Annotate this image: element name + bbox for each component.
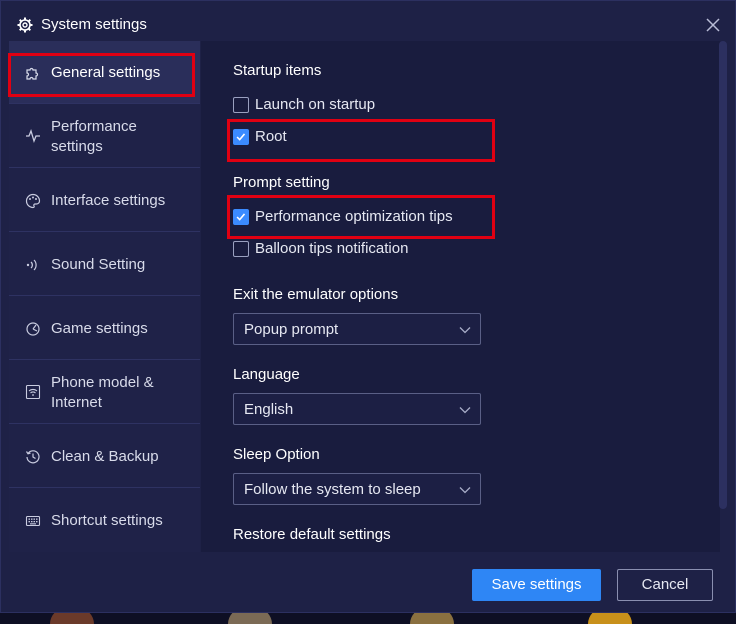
sidebar-item-game-settings[interactable]: Game settings bbox=[9, 296, 200, 360]
dropdown-value: Follow the system to sleep bbox=[244, 481, 421, 498]
history-icon bbox=[25, 450, 40, 464]
sidebar-item-label: General settings bbox=[51, 64, 161, 81]
exit-emulator-options-heading: Exit the emulator options bbox=[233, 286, 399, 303]
sound-wave-icon bbox=[26, 259, 37, 271]
sleep-option-heading: Sleep Option bbox=[233, 446, 320, 463]
save-settings-button[interactable]: Save settings bbox=[472, 569, 601, 601]
palette-icon bbox=[25, 193, 41, 209]
sleep-option-dropdown[interactable]: Follow the system to sleep bbox=[233, 473, 481, 505]
sidebar-item-general-settings[interactable]: General settings bbox=[9, 41, 200, 104]
sidebar-item-label: Shortcut settings bbox=[51, 512, 163, 529]
content-scrollbar[interactable] bbox=[719, 41, 727, 509]
checkbox-label: Performance optimization tips bbox=[255, 208, 453, 225]
chevron-down-icon bbox=[459, 487, 471, 494]
sidebar-item-label: Clean & Backup bbox=[51, 448, 159, 465]
prompt-setting-heading: Prompt setting bbox=[233, 174, 330, 191]
language-heading: Language bbox=[233, 366, 300, 383]
sidebar-item-sound-setting[interactable]: Sound Setting bbox=[9, 232, 200, 296]
sidebar-item-label-line1: Performance bbox=[51, 118, 137, 135]
sidebar-item-label-line2: Internet bbox=[51, 394, 102, 411]
sidebar-item-label: Interface settings bbox=[51, 192, 166, 209]
language-dropdown[interactable]: English bbox=[233, 393, 481, 425]
dropdown-value: Popup prompt bbox=[244, 321, 339, 338]
settings-sidebar: General settings Performance settings In… bbox=[9, 41, 200, 552]
dropdown-value: English bbox=[244, 401, 294, 418]
exit-options-dropdown[interactable]: Popup prompt bbox=[233, 313, 481, 345]
checkbox-label: Balloon tips notification bbox=[255, 240, 409, 257]
performance-optimization-tips-checkbox[interactable]: Performance optimization tips bbox=[233, 207, 473, 227]
restore-default-settings-heading: Restore default settings bbox=[233, 526, 391, 543]
launch-on-startup-checkbox[interactable]: Launch on startup bbox=[233, 95, 393, 115]
sidebar-item-label-line2: settings bbox=[51, 138, 103, 155]
dialog-title: System settings bbox=[41, 16, 147, 33]
sidebar-item-clean-backup[interactable]: Clean & Backup bbox=[9, 424, 200, 488]
checkbox-box[interactable] bbox=[233, 129, 249, 145]
puzzle-icon bbox=[26, 67, 39, 80]
sidebar-item-phone-model-internet[interactable]: Phone model & Internet bbox=[9, 360, 200, 424]
root-checkbox[interactable]: Root bbox=[233, 127, 313, 147]
checkbox-box[interactable] bbox=[233, 241, 249, 257]
sidebar-item-label: Sound Setting bbox=[51, 256, 146, 273]
checkbox-box[interactable] bbox=[233, 209, 249, 225]
balloon-tips-notification-checkbox[interactable]: Balloon tips notification bbox=[233, 239, 433, 259]
sidebar-item-interface-settings[interactable]: Interface settings bbox=[9, 168, 200, 232]
checkbox-label: Root bbox=[255, 128, 287, 145]
chevron-down-icon bbox=[459, 407, 471, 414]
cancel-button[interactable]: Cancel bbox=[617, 569, 713, 601]
sidebar-item-performance-settings[interactable]: Performance settings bbox=[9, 104, 200, 168]
title-bar: System settings bbox=[1, 1, 735, 41]
sidebar-item-label-line1: Phone model & bbox=[51, 374, 154, 391]
close-icon[interactable] bbox=[701, 13, 725, 37]
check-icon bbox=[236, 133, 246, 141]
gear-icon bbox=[17, 17, 33, 33]
wifi-icon bbox=[25, 384, 41, 400]
checkbox-label: Launch on startup bbox=[255, 96, 376, 113]
pulse-icon bbox=[26, 129, 40, 143]
check-icon bbox=[236, 213, 246, 221]
system-settings-dialog: System settings General settings Perform… bbox=[0, 0, 736, 613]
keyboard-icon bbox=[25, 515, 41, 527]
sidebar-item-shortcut-settings[interactable]: Shortcut settings bbox=[9, 488, 200, 552]
gamepad-icon bbox=[26, 322, 40, 336]
startup-items-heading: Startup items bbox=[233, 62, 322, 79]
chevron-down-icon bbox=[459, 327, 471, 334]
checkbox-box[interactable] bbox=[233, 97, 249, 113]
sidebar-item-label: Game settings bbox=[51, 320, 148, 337]
